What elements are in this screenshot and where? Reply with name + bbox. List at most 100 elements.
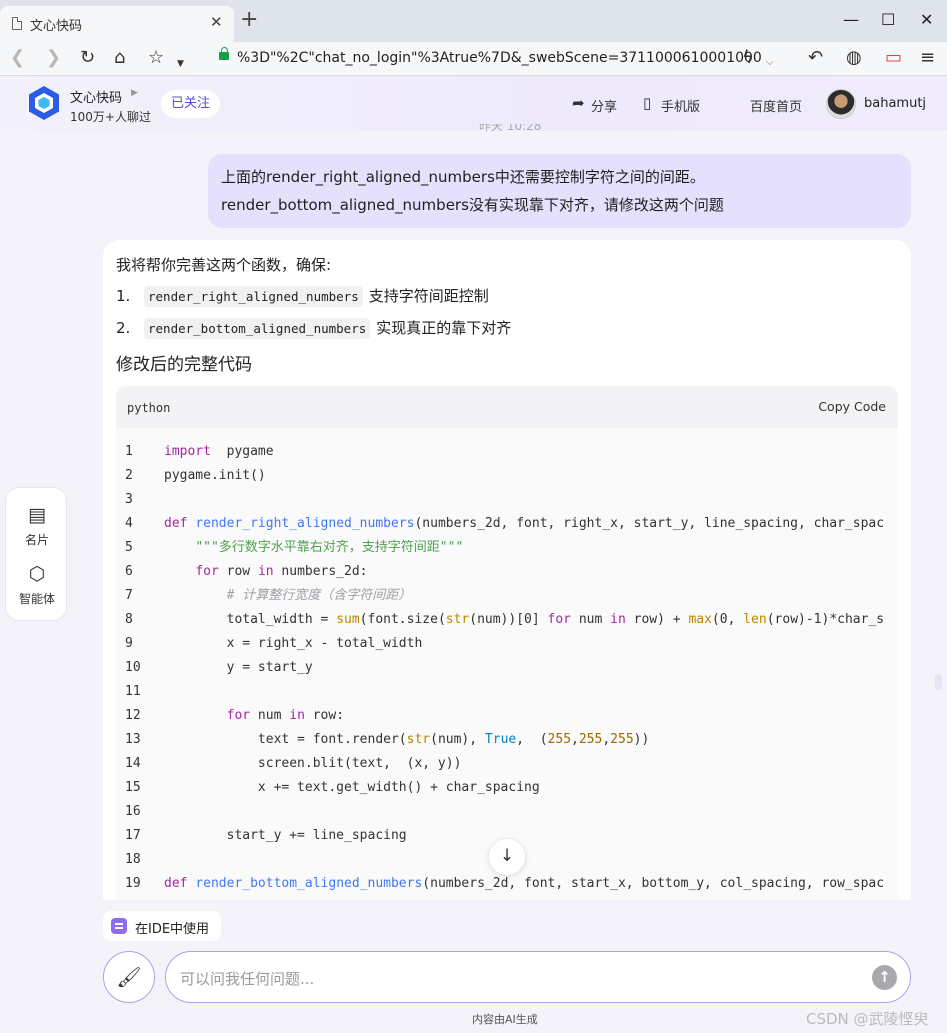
line-number: 19 xyxy=(125,876,141,891)
code-text: """多行数字水平靠右对齐，支持字符间距""" xyxy=(195,540,464,555)
answer-intro: 我将帮你完善这两个函数，确保: xyxy=(116,256,332,274)
share-link[interactable]: 分享 xyxy=(591,96,617,115)
code-text: start_y += line_spacing xyxy=(164,828,407,843)
username[interactable]: bahamutj xyxy=(864,96,926,111)
chat-input-placeholder[interactable]: 可以问我任何问题... xyxy=(180,968,314,989)
code-line: 1 import pygame xyxy=(116,440,274,464)
home-icon[interactable]: ⌂ xyxy=(114,48,125,68)
arrow-up-icon: ↑ xyxy=(878,968,891,986)
share-icon: ➦ xyxy=(572,94,585,112)
scroll-down-button[interactable]: ↓ xyxy=(489,839,525,875)
code-text: def render_right_aligned_numbers(numbers… xyxy=(164,516,884,531)
code-line: 13 text = font.render(str(num), True, (2… xyxy=(116,728,649,752)
scrollbar-thumb[interactable] xyxy=(935,674,942,690)
bookmark-dropdown-icon[interactable]: ▼ xyxy=(177,54,184,74)
code-line: 11 xyxy=(116,680,164,704)
close-window-icon[interactable]: ✕ xyxy=(920,10,933,29)
list-item: 1. render_right_aligned_numbers 支持字符间距控制 xyxy=(116,286,489,307)
code-line: 8 total_width = sum(font.size(str(num))[… xyxy=(116,608,884,632)
code-text: text = font.render(str(num), True, (255,… xyxy=(164,732,650,747)
address-bar[interactable]: %3D"%2C"chat_no_login"%3Atrue%7D&_swebSc… xyxy=(237,50,762,66)
mobile-icon: ▯ xyxy=(643,94,652,112)
code-text: for row in numbers_2d: xyxy=(195,564,368,579)
copy-code-button[interactable]: Copy Code xyxy=(818,399,886,414)
line-number: 14 xyxy=(125,756,141,771)
brand-subtitle: 100万+人聊过 xyxy=(70,110,151,124)
clear-context-button[interactable]: 🖌 xyxy=(103,951,155,1003)
browser-tab-bar: 文心快码 ✕ + — ☐ ✕ xyxy=(0,0,947,42)
avatar[interactable] xyxy=(826,89,856,119)
line-number: 7 xyxy=(125,588,133,603)
chevron-down-icon[interactable]: ⌵ xyxy=(766,53,774,73)
code-line: 15 x += text.get_width() + char_spacing xyxy=(116,776,540,800)
code-text: import pygame xyxy=(164,444,274,459)
line-number: 9 xyxy=(125,636,133,651)
menu-icon[interactable]: ≡ xyxy=(920,48,935,68)
code-line: 3 xyxy=(116,488,164,512)
lightning-icon[interactable]: ϟ xyxy=(742,48,754,68)
side-item-label: 智能体 xyxy=(18,592,55,606)
reload-icon[interactable]: ↻ xyxy=(80,48,95,68)
side-item-agent[interactable]: ⬡ 智能体 xyxy=(6,563,68,607)
use-in-ide-button[interactable]: 在IDE中使用 xyxy=(103,911,221,941)
extension-icon[interactable]: ◍ xyxy=(846,48,862,68)
lock-icon xyxy=(219,47,229,60)
site-header: 文心快码 ▶ 100万+人聊过 已关注 ➦ 分享 ▯ 手机版 百度首页 baha… xyxy=(0,76,947,131)
message-timestamp: 昨天 10:28 xyxy=(479,124,542,132)
line-number: 6 xyxy=(125,564,133,579)
undo-icon[interactable]: ↶ xyxy=(808,48,823,68)
line-number: 8 xyxy=(125,612,133,627)
card-icon: ▤ xyxy=(28,504,46,526)
browser-tab[interactable]: 文心快码 ✕ xyxy=(0,6,234,42)
close-tab-icon[interactable]: ✕ xyxy=(210,13,223,31)
line-number: 3 xyxy=(125,492,133,507)
line-number: 12 xyxy=(125,708,141,723)
bookmark-star-icon[interactable]: ☆ xyxy=(148,48,164,68)
code-lines: 1 import pygame 2 pygame.init() 3 4 def render… xyxy=(116,440,884,896)
code-line: 2 pygame.init() xyxy=(116,464,266,488)
back-icon[interactable]: ❮ xyxy=(10,48,25,68)
brush-icon: 🖌 xyxy=(116,965,142,989)
ide-icon xyxy=(111,918,127,934)
code-text: total_width = sum(font.size(str(num))[0]… xyxy=(164,612,884,627)
ide-label: 在IDE中使用 xyxy=(135,922,210,937)
caret-right-icon: ▶ xyxy=(131,88,138,98)
code-text: def render_bottom_aligned_numbers(number… xyxy=(164,876,884,891)
line-number: 1 xyxy=(125,444,133,459)
code-line: 19 def render_bottom_aligned_numbers(numb… xyxy=(116,872,884,896)
send-button[interactable]: ↑ xyxy=(872,965,897,990)
mobile-link[interactable]: 手机版 xyxy=(661,96,700,115)
line-number: 11 xyxy=(125,684,141,699)
list-item: 2. render_bottom_aligned_numbers 实现真正的靠下对齐 xyxy=(116,318,512,339)
code-text: x += text.get_width() + char_spacing xyxy=(164,780,540,795)
agent-icon: ⬡ xyxy=(28,563,46,585)
follow-button[interactable]: 已关注 xyxy=(161,90,220,118)
baidu-home-link[interactable]: 百度首页 xyxy=(750,96,802,115)
wenxin-logo-icon xyxy=(29,86,59,120)
line-number: 5 xyxy=(125,540,133,555)
line-number: 16 xyxy=(125,804,141,819)
code-line: 7 # 计算整行宽度（含字符间距） xyxy=(116,584,411,608)
code-body[interactable]: 1 import pygame 2 pygame.init() 3 4 def render… xyxy=(116,428,898,900)
line-number: 17 xyxy=(125,828,141,843)
chat-input-box[interactable]: 可以问我任何问题... ↑ xyxy=(165,951,911,1003)
code-line: 12 for num in row: xyxy=(116,704,344,728)
side-item-card[interactable]: ▤ 名片 xyxy=(6,504,68,548)
code-line: 14 screen.blit(text, (x, y)) xyxy=(116,752,461,776)
code-line: 6 for row in numbers_2d: xyxy=(116,560,368,584)
inline-code: render_bottom_aligned_numbers xyxy=(144,318,371,339)
arrow-down-icon: ↓ xyxy=(499,846,515,866)
code-line: 9 x = right_x - total_width xyxy=(116,632,422,656)
code-line: 10 y = start_y xyxy=(116,656,313,680)
brand-name[interactable]: 文心快码 xyxy=(70,87,122,106)
code-language-label: python xyxy=(127,401,171,415)
line-number: 13 xyxy=(125,732,141,747)
code-block: python Copy Code 1 import pygame 2 pygame.i… xyxy=(116,386,898,900)
new-tab-button[interactable]: + xyxy=(240,9,258,31)
browser-nav-bar: ❮ ❯ ↻ ⌂ ☆ ▼ %3D"%2C"chat_no_login"%3Atru… xyxy=(0,42,947,76)
line-number: 18 xyxy=(125,852,141,867)
maximize-icon[interactable]: ☐ xyxy=(881,10,895,29)
feedback-icon[interactable]: ▭ xyxy=(885,48,902,68)
minimize-icon[interactable]: — xyxy=(843,10,859,29)
forward-icon[interactable]: ❯ xyxy=(46,48,61,68)
